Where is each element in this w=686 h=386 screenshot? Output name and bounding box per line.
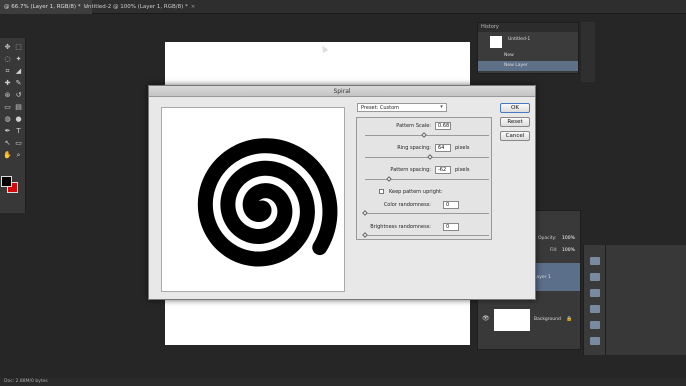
panel-icon[interactable] (590, 289, 600, 297)
marquee-icon[interactable]: ⬚ (14, 44, 23, 51)
opacity-value[interactable]: 100% (562, 236, 575, 241)
panel-icon[interactable] (590, 305, 600, 313)
eye-icon[interactable]: 👁 (482, 315, 490, 322)
crop-icon[interactable]: ⌗ (3, 68, 12, 75)
color-randomness-knob[interactable] (362, 210, 368, 216)
shape-icon[interactable]: ▭ (14, 140, 23, 147)
foreground-color-swatch[interactable] (1, 176, 12, 187)
panel-icon[interactable] (590, 273, 600, 281)
spiral-preview (161, 107, 345, 292)
panel-dock-strip (581, 22, 595, 82)
ok-button[interactable]: OK (500, 103, 530, 113)
panel-icons-strip (583, 245, 605, 355)
layer-name: Layer 1 (534, 275, 551, 280)
gradient-icon[interactable]: ▤ (14, 104, 23, 111)
pattern-spacing-knob[interactable] (385, 176, 392, 182)
pattern-scale-field[interactable]: 0.68 (435, 122, 451, 130)
reset-button[interactable]: Reset (500, 117, 530, 127)
pattern-spacing-field[interactable]: -62 (435, 166, 451, 174)
layer-name: Background (534, 317, 561, 322)
document-tab-bar: @ 66.7% (Layer 1, RGB/8) * × Untitled-2 @… (0, 0, 686, 14)
pen-icon[interactable]: ✒ (3, 128, 12, 135)
stamp-icon[interactable]: ⊛ (3, 92, 12, 99)
snapshot-label[interactable]: Untitled-1 (508, 37, 530, 42)
color-randomness-slider[interactable] (365, 213, 489, 214)
blur-icon[interactable]: ◍ (3, 116, 12, 123)
tools-panel: ✥ ⬚ ◌ ✦ ⌗ ◢ ✚ ✎ ⊛ ↺ ▭ ▤ ◍ ● ✒ T ↖ ▭ ✋ ⌕ (0, 38, 26, 213)
eraser-icon[interactable]: ▭ (3, 104, 12, 111)
brush-icon[interactable]: ✎ (14, 80, 23, 87)
parameters-group: Pattern Scale: 0.68 Ring spacing: 64 pix… (356, 117, 492, 240)
dodge-icon[interactable]: ● (14, 116, 23, 123)
ring-spacing-label: Ring spacing: (397, 145, 431, 151)
dialog-title: Spiral (149, 86, 535, 97)
ring-spacing-knob[interactable] (427, 154, 433, 160)
fill-value[interactable]: 100% (562, 248, 575, 253)
ring-spacing-unit: pixels (455, 145, 470, 151)
pattern-scale-knob[interactable] (421, 132, 427, 138)
type-icon[interactable]: T (14, 128, 23, 135)
chevron-down-icon: ▾ (440, 104, 443, 110)
fill-label: Fill: (550, 248, 558, 253)
pattern-spacing-label: Pattern spacing: (390, 167, 431, 173)
path-select-icon[interactable]: ↖ (3, 140, 12, 147)
move-icon[interactable]: ✥ (3, 44, 12, 51)
tab-document-1[interactable]: @ 66.7% (Layer 1, RGB/8) * × (0, 0, 93, 14)
pattern-scale-slider[interactable] (365, 135, 489, 136)
status-bar: Doc: 2.88M/0 bytes (0, 378, 686, 386)
lasso-icon[interactable]: ◌ (3, 56, 12, 63)
spiral-dialog: Spiral Preset: Custom ▾ Pattern Scale: 0… (148, 85, 536, 300)
tab-label: @ 66.7% (Layer 1, RGB/8) * (4, 4, 81, 10)
eyedropper-icon[interactable]: ◢ (14, 68, 23, 75)
panel-icon[interactable] (590, 257, 600, 265)
layer-thumbnail (494, 309, 530, 331)
layer-row-background[interactable]: 👁 Background 🔒 (478, 305, 580, 333)
secondary-panel (605, 245, 686, 355)
magic-wand-icon[interactable]: ✦ (14, 56, 23, 63)
brightness-randomness-field[interactable]: 0 (443, 223, 459, 231)
close-icon[interactable]: × (191, 4, 196, 10)
brightness-randomness-slider[interactable] (365, 235, 489, 236)
pattern-spacing-unit: pixels (455, 167, 470, 173)
history-item[interactable]: New (478, 51, 578, 61)
panel-icon[interactable] (590, 321, 600, 329)
cancel-button[interactable]: Cancel (500, 131, 530, 141)
tab-document-2[interactable]: Untitled-2 @ 100% (Layer 1, RGB/8) * × (80, 0, 199, 14)
color-randomness-field[interactable]: 0 (443, 201, 459, 209)
snapshot-thumbnail (490, 36, 502, 48)
pattern-spacing-slider[interactable] (365, 179, 489, 180)
history-brush-icon[interactable]: ↺ (14, 92, 23, 99)
opacity-label: Opacity: (538, 236, 557, 241)
preset-value: Preset: Custom (361, 105, 400, 111)
spiral-preview-image (162, 108, 344, 291)
brightness-randomness-label: Brightness randomness: (370, 224, 431, 230)
lock-icon: 🔒 (566, 316, 573, 322)
history-panel-title: History (478, 23, 578, 32)
tab-label: Untitled-2 @ 100% (Layer 1, RGB/8) * (84, 4, 188, 10)
hand-icon[interactable]: ✋ (3, 152, 12, 159)
panel-icon[interactable] (590, 337, 600, 345)
healing-icon[interactable]: ✚ (3, 80, 12, 87)
keep-upright-label: Keep pattern upright: (389, 189, 443, 195)
zoom-icon[interactable]: ⌕ (14, 152, 23, 159)
color-randomness-label: Color randomness: (383, 202, 431, 208)
brightness-randomness-knob[interactable] (362, 232, 368, 238)
history-panel: History Untitled-1 New New Layer (477, 22, 579, 74)
keep-upright-checkbox[interactable] (379, 189, 384, 194)
history-item-selected[interactable]: New Layer (478, 61, 578, 71)
pattern-scale-label: Pattern Scale: (396, 123, 431, 129)
preset-dropdown[interactable]: Preset: Custom ▾ (357, 103, 447, 112)
ring-spacing-field[interactable]: 64 (435, 144, 451, 152)
